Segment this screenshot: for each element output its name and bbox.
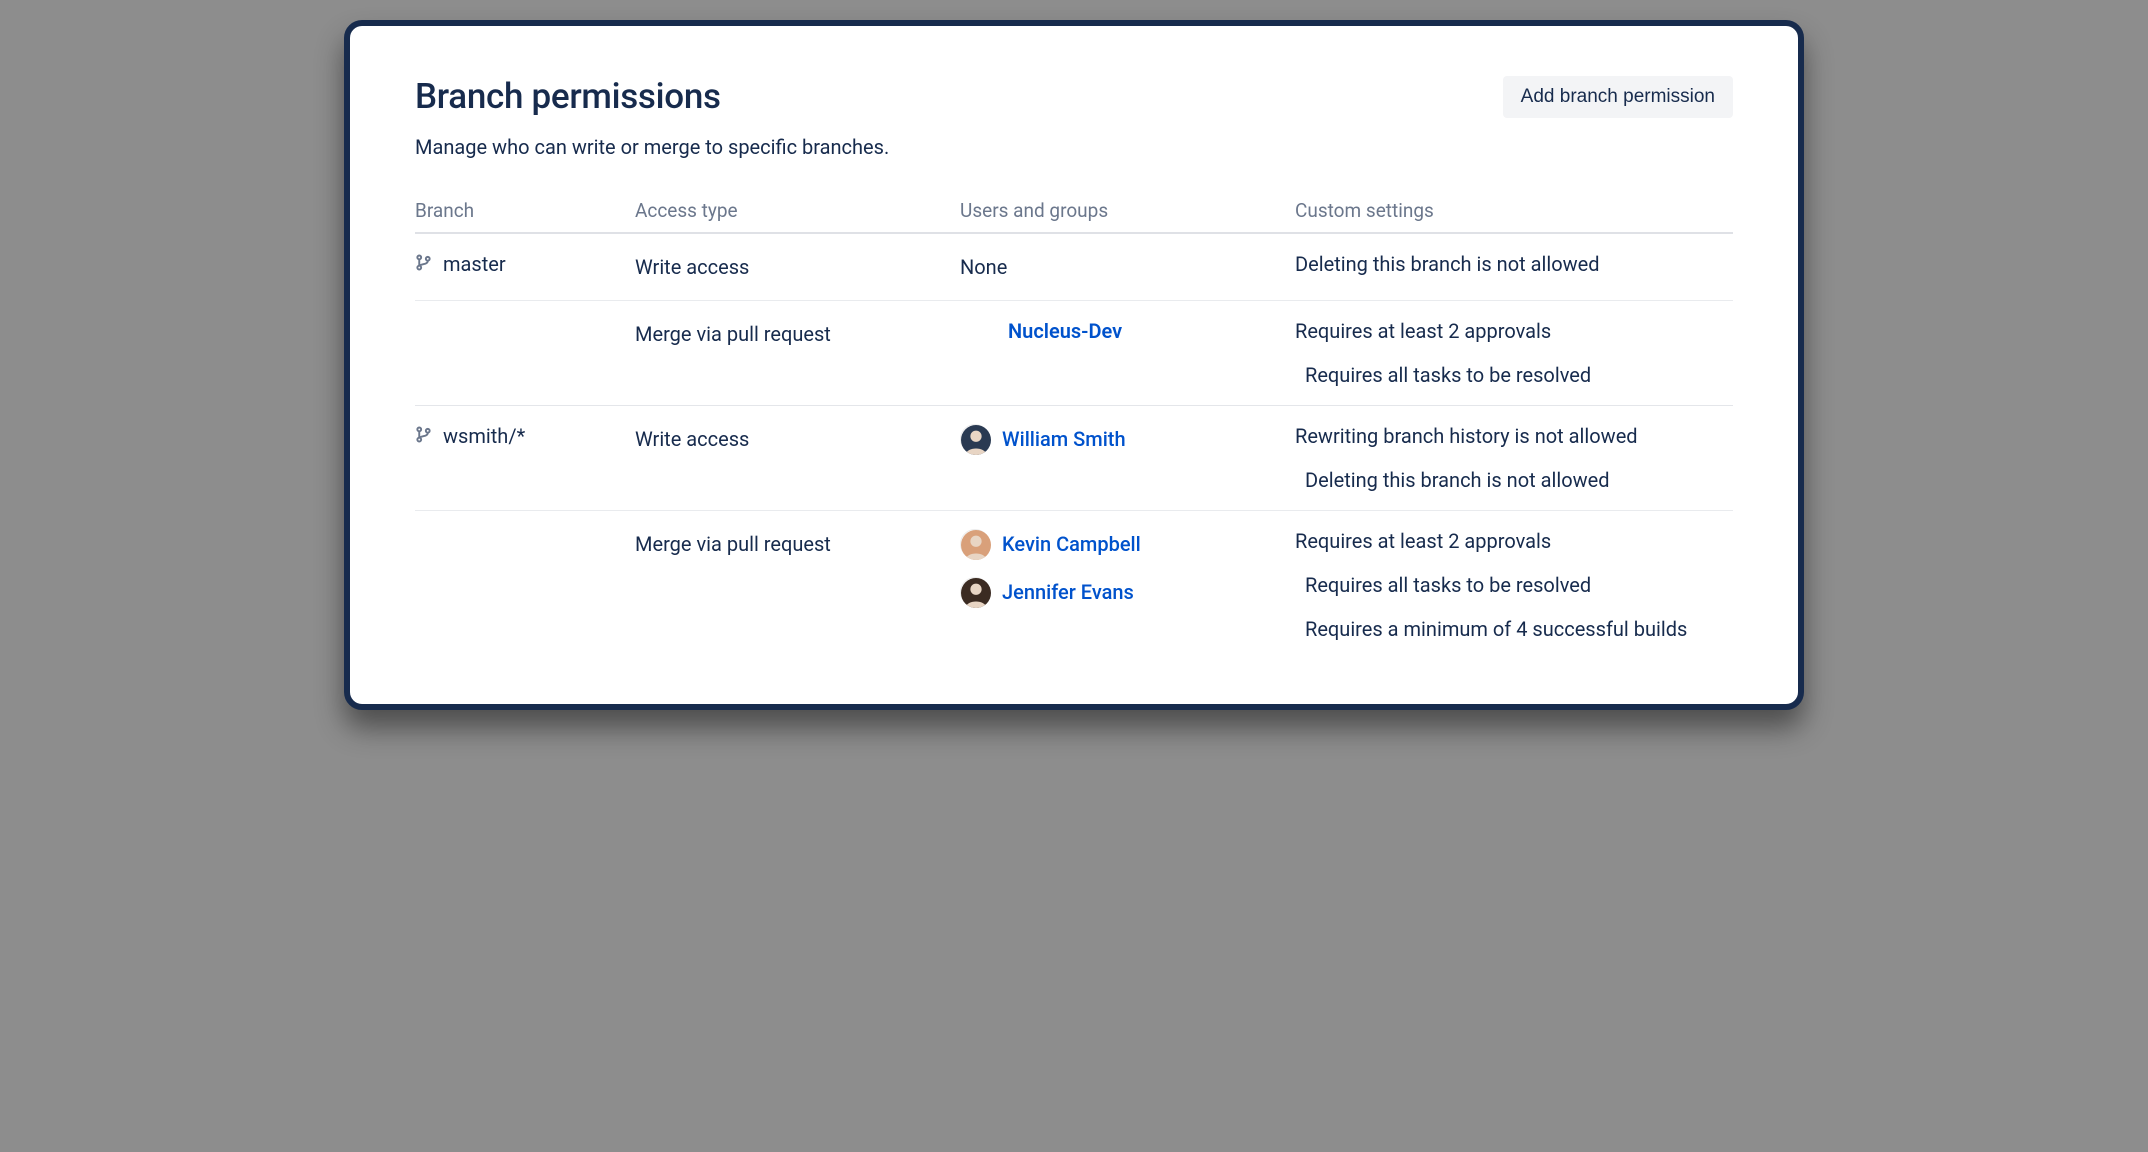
avatar [960,577,990,607]
custom-setting: Deleting this branch is not allowed [1295,252,1733,276]
branch-group: master Write accessNoneDeleting this bran… [415,234,1733,406]
user-chip: Kevin Campbell [960,529,1295,559]
custom-setting: Deleting this branch is not allowed [1295,468,1733,492]
users-cell: Nucleus-Dev [960,319,1295,343]
custom-setting: Requires all tasks to be resolved [1295,363,1733,387]
users-cell: Kevin Campbell Jennifer Evans [960,529,1295,607]
column-header-users: Users and groups [960,199,1295,222]
users-cell: None [960,252,1295,282]
header-text: Branch permissions Manage who can write … [415,76,889,159]
permissions-table: Branch Access type Users and groups Cust… [415,199,1733,659]
custom-setting: Requires at least 2 approvals [1295,319,1733,343]
permission-row: Merge via pull request Kevin Campbell Jenn… [415,510,1733,659]
page-title: Branch permissions [415,76,889,117]
user-link[interactable]: Kevin Campbell [1002,532,1141,556]
custom-settings-cell: Requires at least 2 approvals Requires al… [1295,319,1733,387]
group-link[interactable]: Nucleus-Dev [960,319,1295,343]
custom-settings-cell: Requires at least 2 approvals Requires al… [1295,529,1733,641]
branch-group: wsmith/* Write access William Smith Rewriti… [415,406,1733,659]
branch-cell: master [415,252,635,276]
column-header-branch: Branch [415,199,635,222]
branch-icon [415,426,433,446]
column-header-access: Access type [635,199,960,222]
permission-row: master Write accessNoneDeleting this bran… [415,234,1733,300]
access-type: Merge via pull request [635,319,960,349]
table-header: Branch Access type Users and groups Cust… [415,199,1733,234]
custom-setting: Requires a minimum of 4 successful build… [1295,617,1733,641]
column-header-custom: Custom settings [1295,199,1733,222]
add-branch-permission-button[interactable]: Add branch permission [1503,76,1733,118]
access-type: Write access [635,424,960,454]
access-type: Merge via pull request [635,529,960,559]
branch-name: master [443,252,506,276]
branch-permissions-card: Branch permissions Manage who can write … [344,20,1804,710]
custom-settings-cell: Deleting this branch is not allowed [1295,252,1733,276]
users-none: None [960,252,1295,282]
user-link[interactable]: William Smith [1002,427,1126,451]
avatar [960,424,990,454]
custom-settings-cell: Rewriting branch history is not allowed D… [1295,424,1733,492]
custom-setting: Requires at least 2 approvals [1295,529,1733,553]
access-type: Write access [635,252,960,282]
permission-row: Merge via pull requestNucleus-DevRequire… [415,300,1733,405]
header-row: Branch permissions Manage who can write … [415,76,1733,159]
branch-icon [415,254,433,274]
user-chip: William Smith [960,424,1295,454]
permission-row: wsmith/* Write access William Smith Rewriti… [415,406,1733,510]
users-cell: William Smith [960,424,1295,454]
branch-name: wsmith/* [443,424,525,448]
table-body: masterWrite accessNoneDeleting this bran… [415,234,1733,659]
page-subtitle: Manage who can write or merge to specifi… [415,135,889,159]
branch-cell: wsmith/* [415,424,635,448]
custom-setting: Requires all tasks to be resolved [1295,573,1733,597]
avatar [960,529,990,559]
user-link[interactable]: Jennifer Evans [1002,580,1134,604]
custom-setting: Rewriting branch history is not allowed [1295,424,1733,448]
user-chip: Jennifer Evans [960,577,1295,607]
